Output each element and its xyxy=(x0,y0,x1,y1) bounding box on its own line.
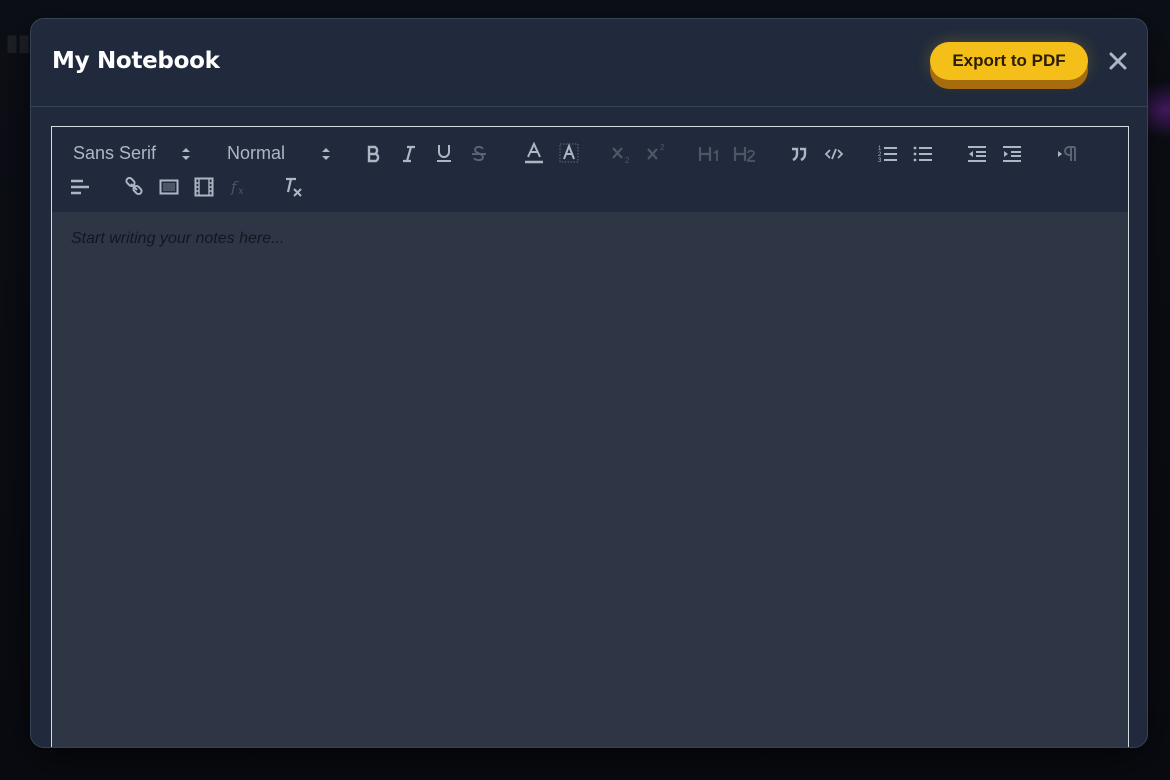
editor-toolbar: Sans Serif Normal 2 2 1 2 3 f x xyxy=(52,127,1128,213)
select-arrows-icon xyxy=(182,148,190,160)
font-family-select[interactable]: Sans Serif xyxy=(73,141,193,165)
rich-text-editor: Sans Serif Normal 2 2 1 2 3 f x Start wr… xyxy=(51,126,1129,747)
font-family-value: Sans Serif xyxy=(73,142,157,163)
code-block-icon[interactable] xyxy=(822,143,846,165)
bullet-list-icon[interactable] xyxy=(911,143,935,165)
notebook-modal: My Notebook Export to PDF Sans Serif Nor… xyxy=(30,18,1148,748)
editor-placeholder: Start writing your notes here... xyxy=(71,230,285,247)
italic-icon[interactable] xyxy=(398,143,420,165)
underline-icon[interactable] xyxy=(433,142,455,164)
video-icon[interactable] xyxy=(192,176,216,198)
text-direction-icon[interactable] xyxy=(1054,143,1080,165)
superscript-icon[interactable]: 2 xyxy=(645,141,669,163)
link-icon[interactable] xyxy=(122,176,146,198)
strikethrough-icon[interactable] xyxy=(468,143,490,165)
modal-header: My Notebook Export to PDF xyxy=(31,19,1147,107)
outdent-icon[interactable] xyxy=(965,143,989,165)
blockquote-icon[interactable] xyxy=(787,143,811,165)
formula-icon[interactable]: fx xyxy=(227,176,251,198)
image-icon[interactable] xyxy=(157,176,181,198)
text-color-icon[interactable] xyxy=(522,141,546,165)
svg-text:2: 2 xyxy=(660,143,665,152)
background-blur-text: ▮▮ xyxy=(6,30,31,55)
svg-text:x: x xyxy=(238,186,244,197)
subscript-icon[interactable]: 2 xyxy=(610,143,634,165)
background-color-icon[interactable] xyxy=(557,141,581,165)
indent-icon[interactable] xyxy=(1000,143,1024,165)
modal-title: My Notebook xyxy=(52,48,220,74)
bold-icon[interactable] xyxy=(363,143,385,165)
svg-text:2: 2 xyxy=(625,156,630,164)
font-size-select[interactable]: Normal xyxy=(227,141,337,165)
heading-1-icon[interactable] xyxy=(697,143,723,165)
font-size-value: Normal xyxy=(227,142,286,163)
ordered-list-icon[interactable]: 123 xyxy=(876,143,900,165)
clear-formatting-icon[interactable] xyxy=(281,175,305,199)
export-pdf-button[interactable]: Export to PDF xyxy=(930,42,1088,80)
align-left-icon[interactable] xyxy=(68,176,92,198)
select-arrows-icon xyxy=(322,148,330,160)
editor-content-area[interactable]: Start writing your notes here... xyxy=(52,212,1128,747)
close-icon[interactable] xyxy=(1104,47,1132,75)
svg-text:3: 3 xyxy=(878,158,882,164)
heading-2-icon[interactable] xyxy=(732,143,758,165)
